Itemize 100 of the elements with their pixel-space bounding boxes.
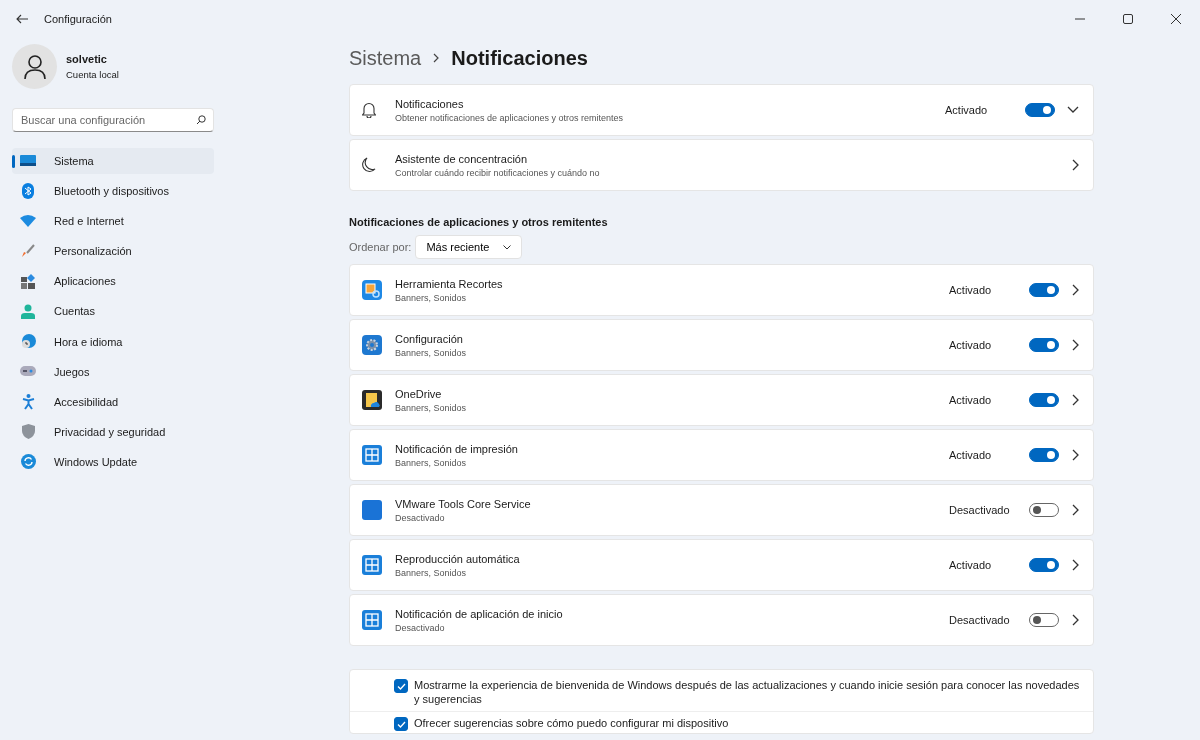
sidebar-item[interactable]: Juegos xyxy=(12,358,214,385)
window-tiles-icon xyxy=(362,610,382,630)
state-label: Activado xyxy=(949,449,993,461)
checkbox-label: Mostrarme la experiencia de bienvenida de Windows después de las actualizaciones y cuando inicie sesión para conocer las novedades y sugerencias xyxy=(414,678,1081,706)
app-detail: Banners, Sonidos xyxy=(395,402,468,413)
maximize-icon[interactable] xyxy=(1123,14,1133,24)
bluetooth-icon xyxy=(22,183,34,200)
breadcrumb-link[interactable]: Sistema xyxy=(349,46,422,70)
state-label: Activado xyxy=(949,394,993,406)
chevron-right-icon[interactable] xyxy=(1071,449,1079,461)
apps-icon xyxy=(20,273,36,289)
state-label: Activado xyxy=(949,284,993,296)
sidebar-item[interactable]: Windows Update xyxy=(12,448,214,475)
sidebar-item[interactable]: Personalización xyxy=(12,238,214,265)
checkbox-label: Ofrecer sugerencias sobre cómo puedo configurar mi dispositivo xyxy=(414,716,729,730)
accessibility-icon xyxy=(21,393,35,410)
sort-dropdown[interactable]: Más reciente xyxy=(415,235,523,259)
card-description: Controlar cuándo recibir notificaciones y cuándo no xyxy=(395,167,601,178)
sidebar-item[interactable]: Aplicaciones xyxy=(12,268,214,295)
state-label: Activado xyxy=(945,104,989,116)
state-label: Desactivado xyxy=(949,504,1011,516)
monitor-icon xyxy=(20,155,36,167)
sort-label: Ordenar por: xyxy=(349,241,412,253)
update-icon xyxy=(20,454,36,470)
folder-cloud-icon xyxy=(362,390,382,410)
app-detail: Desactivado xyxy=(395,512,446,523)
person-icon xyxy=(21,303,35,319)
app-notification-row[interactable]: OneDrive Banners, Sonidos Activado xyxy=(349,374,1094,426)
toggle-switch[interactable] xyxy=(1029,613,1059,627)
gamepad-icon xyxy=(20,366,36,378)
settings-card[interactable]: Notificaciones Obtener notificaciones de aplicaciones y otros remitentes Activado xyxy=(349,84,1094,136)
checkbox[interactable] xyxy=(394,679,408,693)
sidebar-item[interactable]: Bluetooth y dispositivos xyxy=(12,178,214,205)
app-detail: Banners, Sonidos xyxy=(395,347,468,358)
app-notification-row[interactable]: VMware Tools Core Service Desactivado Desactivado xyxy=(349,484,1094,536)
account-type: Cuenta local xyxy=(66,69,119,80)
brush-icon xyxy=(21,244,35,259)
state-label: Desactivado xyxy=(949,614,1011,626)
window-tiles-icon xyxy=(362,445,382,465)
app-name: Herramienta Recortes xyxy=(395,277,504,290)
app-name: OneDrive xyxy=(395,387,443,400)
chevron-right-icon[interactable] xyxy=(1071,339,1079,351)
window-title: Configuración xyxy=(44,13,113,25)
sidebar-item[interactable]: Cuentas xyxy=(12,298,214,325)
back-arrow-icon xyxy=(16,14,28,24)
app-detail: Banners, Sonidos xyxy=(395,567,468,578)
app-notification-row[interactable]: Notificación de impresión Banners, Sonidos Activado xyxy=(349,429,1094,481)
section-heading: Notificaciones de aplicaciones y otros remitentes xyxy=(349,216,609,228)
app-notification-row[interactable]: Configuración Banners, Sonidos Activado xyxy=(349,319,1094,371)
app-name: Notificación de aplicación de inicio xyxy=(395,607,564,620)
wifi-icon xyxy=(20,215,36,228)
page-title: Notificaciones xyxy=(451,46,588,70)
app-detail: Banners, Sonidos xyxy=(395,457,468,468)
chevron-down-icon[interactable] xyxy=(1067,106,1079,114)
card-title: Asistente de concentración xyxy=(395,152,529,165)
shield-icon xyxy=(21,424,35,440)
app-name: Configuración xyxy=(395,332,464,345)
app-name: Reproducción automática xyxy=(395,552,521,565)
moon-icon xyxy=(362,157,376,173)
globe-clock-icon xyxy=(20,334,36,350)
chevron-right-icon[interactable] xyxy=(1071,159,1079,171)
user-name: solvetic xyxy=(66,53,108,65)
settings-card[interactable]: Asistente de concentración Controlar cuándo recibir notificaciones y cuándo no xyxy=(349,139,1094,191)
chevron-right-icon[interactable] xyxy=(1071,284,1079,296)
toggle-switch[interactable] xyxy=(1029,448,1059,462)
window-tiles-icon xyxy=(362,555,382,575)
chevron-right-icon[interactable] xyxy=(1071,504,1079,516)
chevron-right-icon[interactable] xyxy=(1071,394,1079,406)
card-description: Obtener notificaciones de aplicaciones y otros remitentes xyxy=(395,112,625,123)
search-field[interactable]: Buscar una configuración xyxy=(12,108,214,132)
chevron-right-icon xyxy=(433,53,440,63)
chevron-right-icon[interactable] xyxy=(1071,559,1079,571)
toggle-switch[interactable] xyxy=(1029,393,1059,407)
sidebar-item[interactable]: Privacidad y seguridad xyxy=(12,418,214,445)
app-notification-row[interactable]: Notificación de aplicación de inicio Desactivado Desactivado xyxy=(349,594,1094,646)
toggle-switch[interactable] xyxy=(1029,283,1059,297)
app-name: VMware Tools Core Service xyxy=(395,497,532,510)
sidebar-item[interactable]: Sistema xyxy=(12,148,214,174)
toggle-switch[interactable] xyxy=(1025,103,1055,117)
toggle-switch[interactable] xyxy=(1029,338,1059,352)
state-label: Activado xyxy=(949,339,993,351)
gear-icon xyxy=(362,335,382,355)
toggle-switch[interactable] xyxy=(1029,558,1059,572)
app-name: Notificación de impresión xyxy=(395,442,519,455)
sidebar-item[interactable]: Red e Internet xyxy=(12,208,214,235)
bell-icon xyxy=(362,102,376,118)
app-notification-row[interactable]: Herramienta Recortes Banners, Sonidos Activado xyxy=(349,264,1094,316)
app-notification-row[interactable]: Reproducción automática Banners, Sonidos Activado xyxy=(349,539,1094,591)
sidebar-item[interactable]: Hora e idioma xyxy=(12,328,214,355)
person-silhouette-icon xyxy=(23,54,46,79)
snipping-icon xyxy=(362,280,382,300)
card-title: Notificaciones xyxy=(395,97,465,110)
sidebar-item[interactable]: Accesibilidad xyxy=(12,388,214,415)
chevron-down-icon xyxy=(503,244,512,250)
search-icon xyxy=(196,115,206,125)
app-detail: Desactivado xyxy=(395,622,446,633)
toggle-switch[interactable] xyxy=(1029,503,1059,517)
state-label: Activado xyxy=(949,559,993,571)
chevron-right-icon[interactable] xyxy=(1071,614,1079,626)
close-icon[interactable] xyxy=(1171,14,1181,24)
